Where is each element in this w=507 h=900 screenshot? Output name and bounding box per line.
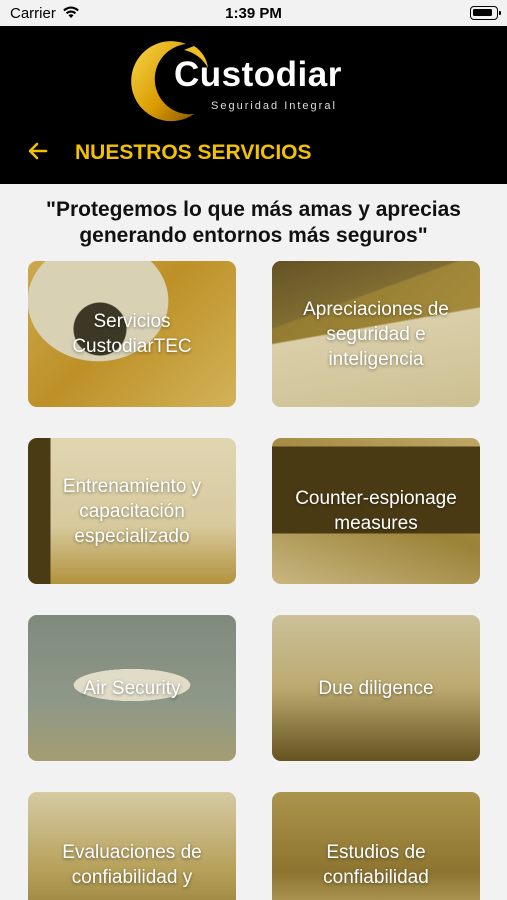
service-label: Apreciaciones de seguridad e inteligenci… [303, 298, 449, 370]
logo-wordmark: Custodiar [174, 55, 342, 94]
service-card-due-diligence[interactable]: Due diligence [272, 615, 480, 761]
battery-icon [470, 6, 501, 20]
service-card-apreciaciones[interactable]: Apreciaciones de seguridad e inteligenci… [272, 261, 480, 407]
status-bar: Carrier 1:39 PM [0, 0, 507, 26]
quote-line-2: generando entornos más seguros" [79, 224, 428, 247]
service-card-entrenamiento[interactable]: Entrenamiento y capacitación especializa… [28, 438, 236, 584]
service-card-custodiartec[interactable]: Servicios CustodiarTEC [28, 261, 236, 407]
service-label: Estudios de confiabilidad [323, 842, 429, 888]
custodiar-logo: Custodiar Seguridad Integral [124, 38, 384, 122]
service-card-air-security[interactable]: Air Security [28, 615, 236, 761]
page-title: NUESTROS SERVICIOS [75, 141, 312, 164]
service-card-evaluaciones[interactable]: Evaluaciones de confiabilidad y [28, 792, 236, 900]
service-label: Entrenamiento y capacitación especializa… [62, 475, 202, 547]
service-card-estudios[interactable]: Estudios de confiabilidad [272, 792, 480, 900]
app-header: Custodiar Seguridad Integral NUESTROS SE… [0, 26, 507, 184]
service-label: Servicios CustodiarTEC [72, 311, 192, 357]
service-label: Evaluaciones de confiabilidad y [62, 842, 202, 888]
service-label: Air Security [83, 677, 181, 699]
clock: 1:39 PM [225, 5, 282, 22]
tagline-quote: "Protegemos lo que más amas y aprecias g… [0, 197, 507, 249]
logo-tagline: Seguridad Integral [211, 100, 337, 112]
service-label: Counter-espionage measures [295, 488, 457, 534]
quote-line-1: "Protegemos lo que más amas y aprecias [46, 198, 461, 221]
service-card-counter-espionage[interactable]: Counter-espionage measures [272, 438, 480, 584]
service-label: Due diligence [318, 677, 434, 699]
back-arrow-icon[interactable] [26, 139, 50, 163]
